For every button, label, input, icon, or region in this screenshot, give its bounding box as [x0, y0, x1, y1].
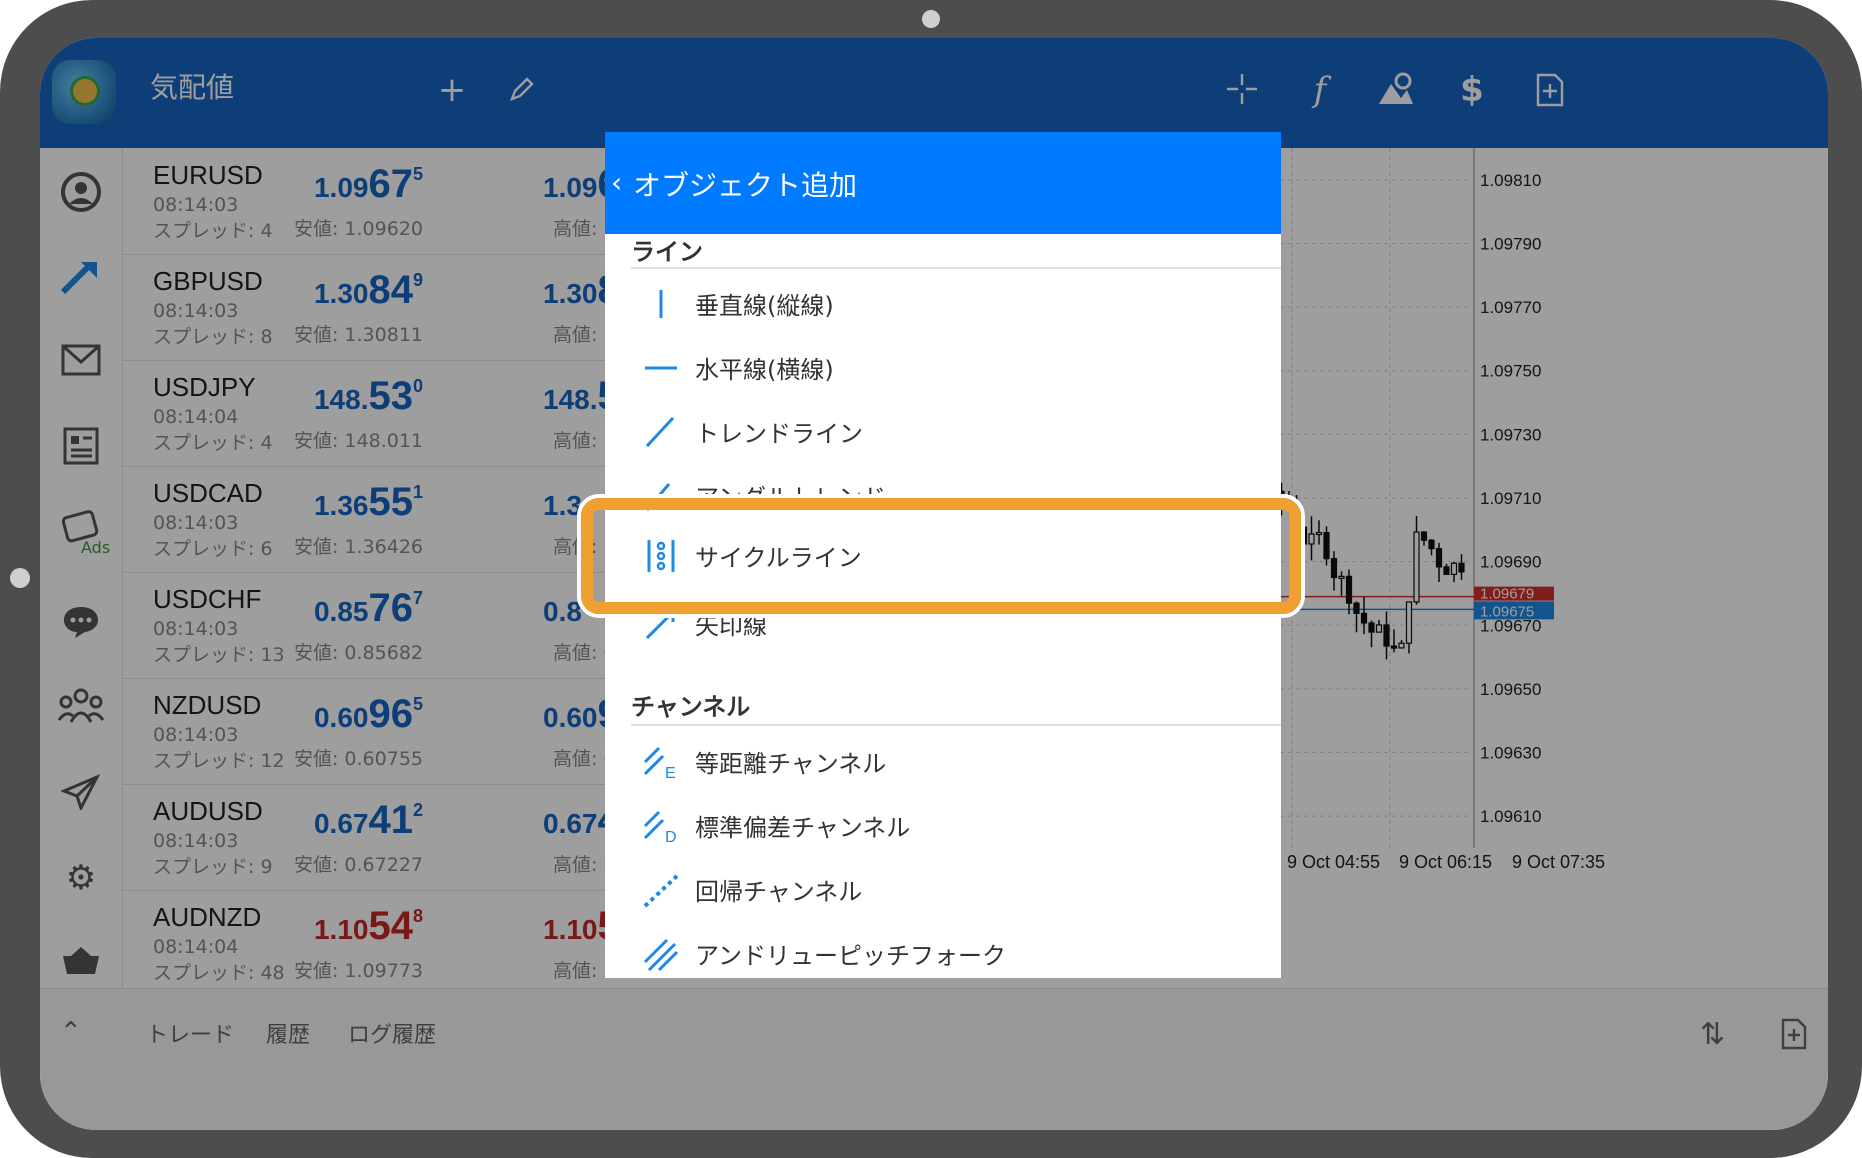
- section-channels: チャンネル: [631, 693, 751, 721]
- item-label: 回帰チャンネル: [695, 878, 863, 906]
- svg-text:E: E: [665, 765, 676, 782]
- item-label: アンドリューピッチフォーク: [695, 942, 1007, 970]
- item-equidistant-channel[interactable]: E 等距離チャンネル: [605, 730, 1281, 794]
- item-horizontal-line[interactable]: 水平線(横線): [605, 336, 1281, 400]
- section-lines: ライン: [631, 238, 703, 266]
- item-label: 標準偏差チャンネル: [695, 814, 911, 842]
- section-divider: [631, 724, 1281, 726]
- item-andrews-pitchfork[interactable]: アンドリューピッチフォーク: [605, 922, 1281, 978]
- dialog-title: オブジェクト追加: [633, 169, 858, 202]
- trendline-icon: [645, 416, 675, 448]
- stddev-channel-icon: D: [643, 810, 677, 846]
- section-divider: [631, 267, 1281, 269]
- back-icon[interactable]: ‹: [611, 166, 622, 199]
- item-label: トレンドライン: [695, 420, 863, 448]
- item-label: 等距離チャンネル: [695, 750, 887, 778]
- item-stddev-channel[interactable]: D 標準偏差チャンネル: [605, 794, 1281, 858]
- item-vertical-line[interactable]: 垂直線(縦線): [605, 272, 1281, 336]
- dialog-header: ‹ オブジェクト追加: [605, 132, 1281, 234]
- camera-dot: [922, 10, 940, 28]
- vertical-line-icon: [659, 290, 663, 318]
- pitchfork-icon: [643, 938, 679, 972]
- regression-channel-icon: [643, 874, 679, 908]
- item-regression-channel[interactable]: 回帰チャンネル: [605, 858, 1281, 922]
- highlight-box: [577, 494, 1305, 618]
- item-label: 水平線(横線): [695, 356, 834, 384]
- svg-text:D: D: [665, 829, 677, 846]
- horizontal-line-icon: [645, 366, 677, 370]
- item-trendline[interactable]: トレンドライン: [605, 400, 1281, 464]
- equidistant-channel-icon: E: [643, 746, 676, 782]
- side-button: [10, 568, 30, 588]
- item-label: 垂直線(縦線): [695, 292, 834, 320]
